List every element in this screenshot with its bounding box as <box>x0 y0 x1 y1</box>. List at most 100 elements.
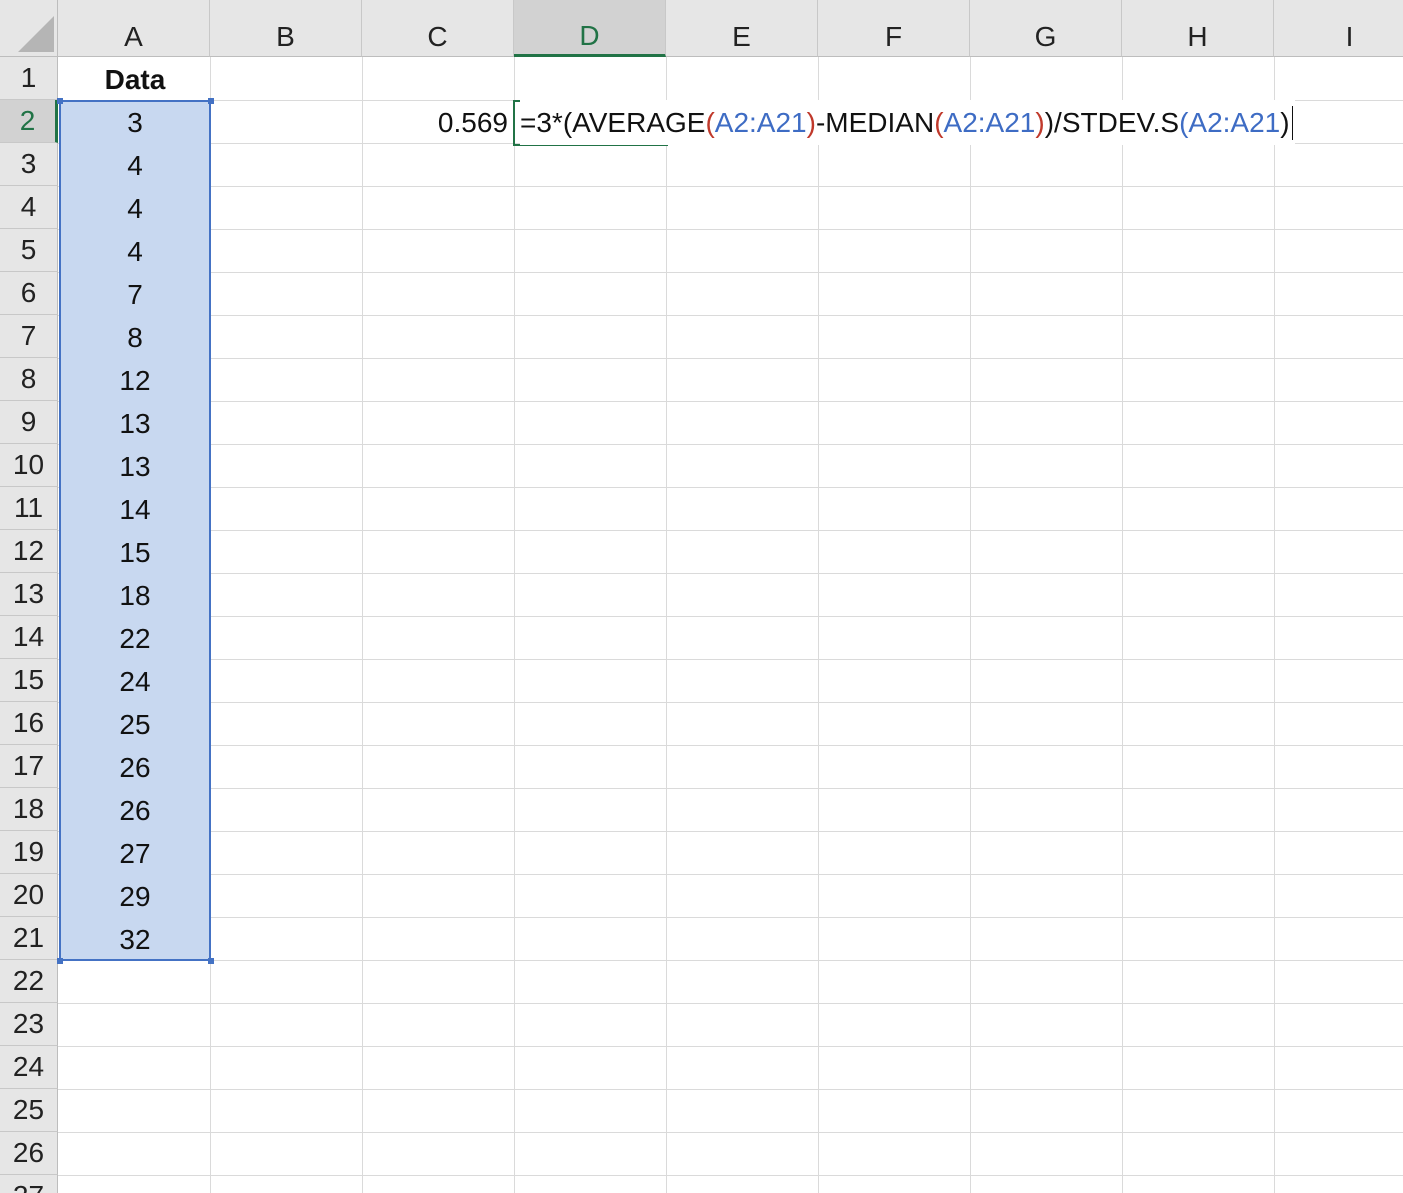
row-header-8[interactable]: 8 <box>0 358 58 401</box>
spreadsheet-grid[interactable]: ABCDEFGHI 1 2 3 4 5 6 7 8 9 10 11 12 13 14 15 16 17 18 19 2… <box>0 0 1403 1193</box>
formula-part: -MEDIAN <box>815 106 935 138</box>
formula-range-ref: A2:A21 <box>943 106 1036 138</box>
cell-a5[interactable]: 4 <box>59 230 211 273</box>
cell-a9[interactable]: 13 <box>59 402 211 445</box>
column-header-f[interactable]: F <box>818 0 970 57</box>
select-all-button[interactable] <box>0 0 58 57</box>
row-header-25[interactable]: 25 <box>0 1089 58 1132</box>
row-header-7[interactable]: 7 <box>0 315 58 358</box>
gridline-horizontal <box>58 831 1403 832</box>
cell-a6[interactable]: 7 <box>59 273 211 316</box>
gridline-horizontal <box>58 659 1403 660</box>
column-header-i[interactable]: I <box>1274 0 1403 57</box>
formula-edit-text[interactable]: =3*(AVERAGE(A2:A21) -MEDIAN(A2:A21))/STDE… <box>520 100 1295 145</box>
row-header-21[interactable]: 21 <box>0 917 58 960</box>
gridline-horizontal <box>58 573 1403 574</box>
gridline-horizontal <box>58 874 1403 875</box>
gridline-horizontal <box>58 186 1403 187</box>
formula-paren: ) <box>806 106 816 138</box>
formula-range-ref: A2:A21 <box>714 106 807 138</box>
gridline-vertical <box>818 57 819 1193</box>
formula-paren: ( <box>934 106 944 138</box>
cell-a20[interactable]: 29 <box>59 875 211 918</box>
gridline-vertical <box>666 57 667 1193</box>
cell-a16[interactable]: 25 <box>59 703 211 746</box>
formula-paren: ) <box>1035 106 1045 138</box>
gridline-horizontal <box>58 917 1403 918</box>
row-header-26[interactable]: 26 <box>0 1132 58 1175</box>
formula-range-ref: A2:A21 <box>1188 106 1281 138</box>
row-header-2[interactable]: 2 <box>0 100 58 143</box>
gridline-vertical <box>362 57 363 1193</box>
gridline-vertical <box>1122 57 1123 1193</box>
gridline-horizontal <box>58 530 1403 531</box>
row-header-1[interactable]: 1 <box>0 57 58 100</box>
cell-a1[interactable]: Data <box>59 58 211 101</box>
cell-a7[interactable]: 8 <box>59 316 211 359</box>
cell-a3[interactable]: 4 <box>59 144 211 187</box>
row-header-5[interactable]: 5 <box>0 229 58 272</box>
gridline-vertical <box>970 57 971 1193</box>
gridline-horizontal <box>58 487 1403 488</box>
row-header-23[interactable]: 23 <box>0 1003 58 1046</box>
cell-c2[interactable]: 0.569 <box>362 101 514 144</box>
column-header-c[interactable]: C <box>362 0 514 57</box>
cell-a13[interactable]: 18 <box>59 574 211 617</box>
column-header-h[interactable]: H <box>1122 0 1274 57</box>
row-header-20[interactable]: 20 <box>0 874 58 917</box>
gridline-vertical <box>514 57 515 1193</box>
row-header-17[interactable]: 17 <box>0 745 58 788</box>
cell-a19[interactable]: 27 <box>59 832 211 875</box>
formula-part: =3*(AVERAGE <box>520 106 706 138</box>
gridline-horizontal <box>58 788 1403 789</box>
cell-a8[interactable]: 12 <box>59 359 211 402</box>
row-header-13[interactable]: 13 <box>0 573 58 616</box>
row-header-11[interactable]: 11 <box>0 487 58 530</box>
gridline-horizontal <box>58 745 1403 746</box>
row-header-18[interactable]: 18 <box>0 788 58 831</box>
row-header-24[interactable]: 24 <box>0 1046 58 1089</box>
gridline-vertical <box>1274 57 1275 1193</box>
cell-a17[interactable]: 26 <box>59 746 211 789</box>
cell-a4[interactable]: 4 <box>59 187 211 230</box>
row-header-9[interactable]: 9 <box>0 401 58 444</box>
gridline-horizontal <box>58 960 1403 961</box>
row-header-19[interactable]: 19 <box>0 831 58 874</box>
gridline-horizontal <box>58 1132 1403 1133</box>
gridline-horizontal <box>58 1046 1403 1047</box>
cell-a18[interactable]: 26 <box>59 789 211 832</box>
row-header-27[interactable]: 27 <box>0 1175 58 1193</box>
row-header-15[interactable]: 15 <box>0 659 58 702</box>
gridline-horizontal <box>58 616 1403 617</box>
cell-a12[interactable]: 15 <box>59 531 211 574</box>
column-header-b[interactable]: B <box>210 0 362 57</box>
formula-paren: ( <box>705 106 715 138</box>
row-header-14[interactable]: 14 <box>0 616 58 659</box>
row-header-16[interactable]: 16 <box>0 702 58 745</box>
cell-a11[interactable]: 14 <box>59 488 211 531</box>
cell-a15[interactable]: 24 <box>59 660 211 703</box>
cell-a14[interactable]: 22 <box>59 617 211 660</box>
formula-part: )/STDEV.S <box>1044 106 1180 138</box>
cell-a2[interactable]: 3 <box>59 101 211 144</box>
row-header-10[interactable]: 10 <box>0 444 58 487</box>
row-header-3[interactable]: 3 <box>0 143 58 186</box>
gridline-horizontal <box>58 1175 1403 1176</box>
column-header-g[interactable]: G <box>970 0 1122 57</box>
column-header-d[interactable]: D <box>514 0 666 57</box>
formula-paren: ( <box>1179 106 1189 138</box>
gridline-horizontal <box>58 229 1403 230</box>
cell-a21[interactable]: 32 <box>59 918 211 961</box>
column-header-e[interactable]: E <box>666 0 818 57</box>
row-header-4[interactable]: 4 <box>0 186 58 229</box>
cell-a10[interactable]: 13 <box>59 445 211 488</box>
row-header-12[interactable]: 12 <box>0 530 58 573</box>
row-header-22[interactable]: 22 <box>0 960 58 1003</box>
gridline-horizontal <box>58 702 1403 703</box>
column-header-a[interactable]: A <box>58 0 210 57</box>
gridline-horizontal <box>58 401 1403 402</box>
row-header-6[interactable]: 6 <box>0 272 58 315</box>
gridline-horizontal <box>58 315 1403 316</box>
formula-paren: ) <box>1280 106 1290 138</box>
gridline-horizontal <box>58 1089 1403 1090</box>
